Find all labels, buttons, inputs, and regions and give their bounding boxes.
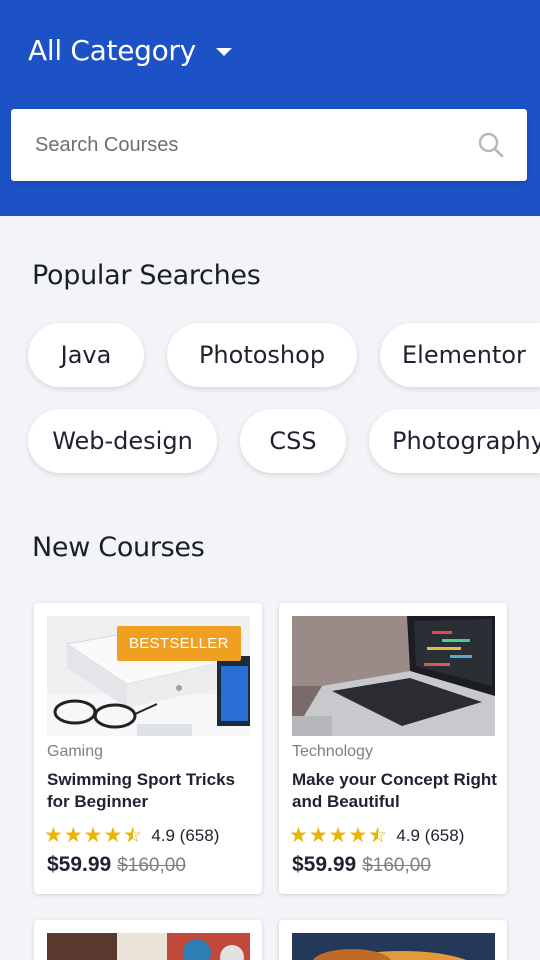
rating: ★ ★ ★ ★ ☆ ★ 4.9 (658) — [289, 825, 464, 846]
search-bar — [11, 109, 527, 181]
price: $59.99 — [47, 853, 112, 876]
chip-java[interactable]: Java — [28, 323, 144, 387]
chip-css[interactable]: CSS — [240, 409, 346, 473]
bestseller-badge: BESTSELLER — [117, 626, 241, 661]
category-dropdown[interactable]: All Category — [28, 34, 232, 67]
new-courses-title: New Courses — [32, 532, 205, 563]
half-star-icon: ☆ ★ — [123, 824, 143, 847]
star-icon: ★ — [63, 824, 83, 847]
category-label: All Category — [28, 34, 196, 67]
price: $59.99 — [292, 853, 357, 876]
course-card[interactable]: BESTSELLER Gaming Swimming Sport Tricks … — [34, 603, 262, 894]
half-star-icon: ☆ ★ — [368, 824, 388, 847]
popular-searches-title: Popular Searches — [32, 260, 261, 291]
course-category: Technology — [292, 743, 373, 760]
star-icon: ★ — [289, 824, 308, 847]
top-header: All Category — [0, 0, 540, 216]
star-icon: ★ — [44, 824, 63, 847]
price-row: $59.99 $160,00 — [47, 853, 186, 877]
old-price: $160,00 — [362, 855, 431, 876]
course-card[interactable]: Technology Make your Concept Right and B… — [279, 603, 507, 894]
chevron-down-icon — [215, 47, 232, 56]
course-thumbnail: BESTSELLER — [47, 616, 250, 736]
rating: ★ ★ ★ ★ ☆ ★ 4.9 (658) — [44, 825, 219, 846]
chip-web-design[interactable]: Web-design — [28, 409, 217, 473]
star-icon: ★ — [308, 824, 328, 847]
course-thumbnail — [292, 933, 495, 960]
search-icon[interactable] — [477, 131, 505, 159]
star-icon: ★ — [348, 824, 368, 847]
course-thumbnail — [292, 616, 495, 736]
star-icon: ★ — [103, 824, 123, 847]
search-input[interactable] — [35, 109, 455, 181]
rating-text: 4.9 (658) — [396, 825, 465, 845]
chip-photoshop[interactable]: Photoshop — [167, 323, 357, 387]
chip-elementor[interactable]: Elementor — [380, 323, 540, 387]
star-icon: ★ — [83, 824, 103, 847]
star-icon: ★ — [328, 824, 348, 847]
course-title[interactable]: Make your Concept Right and Beautiful — [292, 769, 502, 813]
chip-photography[interactable]: Photography — [369, 409, 540, 473]
price-row: $59.99 $160,00 — [292, 853, 431, 877]
course-title[interactable]: Swimming Sport Tricks for Beginner — [47, 769, 257, 813]
course-thumbnail — [47, 933, 250, 960]
rating-text: 4.9 (658) — [151, 825, 220, 845]
old-price: $160,00 — [117, 855, 186, 876]
course-card[interactable] — [34, 920, 262, 960]
course-category: Gaming — [47, 743, 104, 760]
course-card[interactable] — [279, 920, 507, 960]
